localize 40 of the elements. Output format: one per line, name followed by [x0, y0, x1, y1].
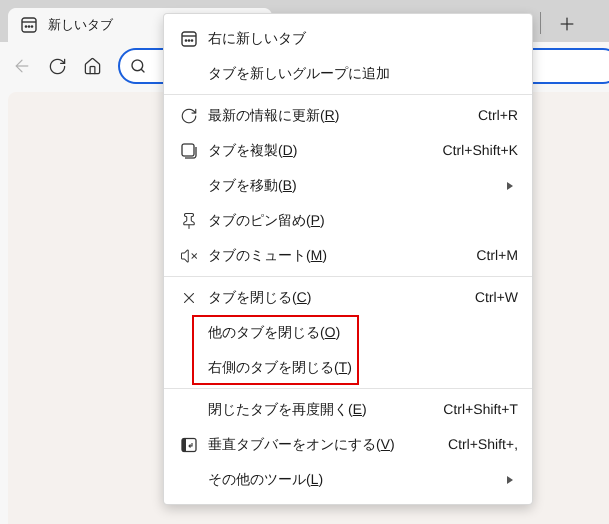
mute-icon	[180, 246, 198, 264]
shortcut-text: Ctrl+Shift+T	[443, 400, 518, 419]
shortcut-text: Ctrl+Shift+K	[442, 141, 518, 160]
refresh-icon	[180, 106, 198, 124]
tab-icon	[180, 30, 198, 48]
menu-item[interactable]: タブのピン留め(P)	[164, 203, 532, 238]
home-button[interactable]	[83, 56, 102, 76]
shortcut-text: Ctrl+W	[474, 288, 518, 307]
search-icon	[130, 58, 146, 74]
menu-item-label: 他のタブを閉じる(O)	[208, 323, 340, 342]
duplicate-icon	[180, 142, 198, 160]
menu-item[interactable]: その他のツール(L)	[164, 462, 532, 497]
menu-item-label: タブを新しいグループに追加	[208, 64, 390, 83]
tab-title: 新しいタブ	[48, 16, 113, 34]
tab-icon	[20, 16, 38, 34]
menu-item[interactable]: タブを閉じる(C) Ctrl+W	[164, 280, 532, 315]
menu-item-label: タブを閉じる(C)	[208, 288, 312, 307]
shortcut-text: Ctrl+R	[478, 106, 518, 125]
menu-item[interactable]: 閉じたタブを再度開く(E) Ctrl+Shift+T	[164, 392, 532, 427]
menu-item[interactable]: 垂直タブバーをオンにする(V) Ctrl+Shift+,	[164, 427, 532, 462]
menu-item-label: タブのピン留め(P)	[208, 211, 325, 230]
menu-item[interactable]: 他のタブを閉じる(O)	[164, 315, 532, 350]
menu-item[interactable]: タブを複製(D) Ctrl+Shift+K	[164, 133, 532, 168]
vertical-tabs-icon	[180, 436, 198, 454]
menu-item-label: タブを移動(B)	[208, 176, 297, 195]
menu-item-label: 右側のタブを閉じる(T)	[208, 358, 352, 377]
menu-item[interactable]: タブのミュート(M) Ctrl+M	[164, 238, 532, 273]
menu-item-label: 閉じたタブを再度開く(E)	[208, 400, 367, 419]
menu-item-label: タブを複製(D)	[208, 141, 298, 160]
menu-item-label: 垂直タブバーをオンにする(V)	[208, 435, 395, 454]
refresh-button[interactable]	[48, 56, 67, 76]
pin-icon	[180, 212, 198, 230]
menu-item[interactable]: 右側のタブを閉じる(T)	[164, 350, 532, 385]
menu-item[interactable]: 最新の情報に更新(R) Ctrl+R	[164, 98, 532, 133]
shortcut-text: Ctrl+Shift+,	[448, 435, 518, 454]
shortcut-text: Ctrl+M	[476, 246, 518, 265]
menu-item-label: その他のツール(L)	[208, 470, 324, 489]
menu-item-label: タブのミュート(M)	[208, 246, 328, 265]
menu-item-label: 最新の情報に更新(R)	[208, 106, 340, 125]
menu-item[interactable]: タブを移動(B)	[164, 168, 532, 203]
